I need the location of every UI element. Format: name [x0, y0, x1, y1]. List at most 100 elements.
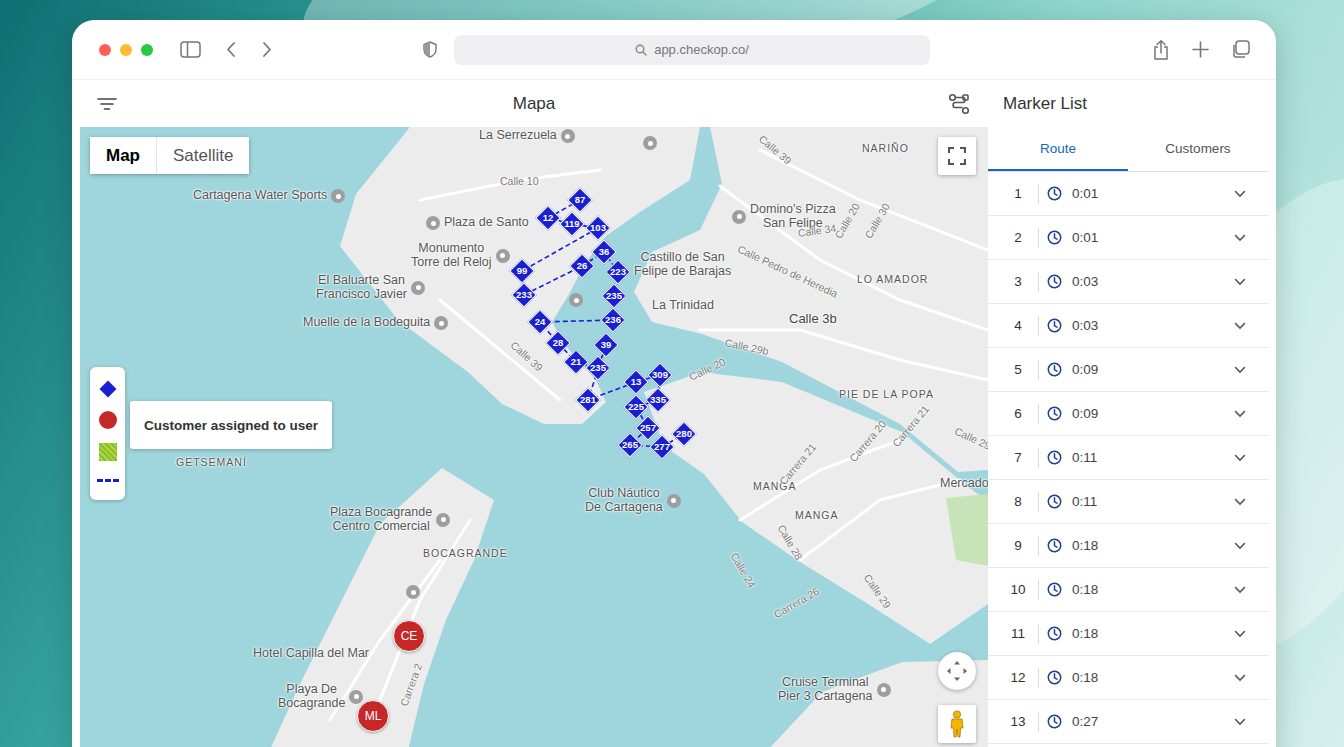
map-label[interactable]: Hotel Capilla del Mar [253, 647, 369, 661]
fullscreen-button[interactable] [938, 137, 976, 175]
map-label[interactable]: Calle 10 [500, 176, 539, 188]
route-marker[interactable]: 281 [575, 387, 601, 413]
chevron-down-icon[interactable] [1234, 410, 1246, 418]
tab-overview-icon[interactable] [1231, 40, 1250, 59]
map-label[interactable]: Plaza BocagrandeCentro Comercial [330, 506, 450, 534]
route-marker[interactable]: 99 [509, 258, 535, 284]
map-label[interactable]: Cartagena Water Sports [193, 189, 345, 203]
map-label[interactable]: El Baluarte SanFrancisco Javier [316, 274, 425, 302]
chevron-down-icon[interactable] [1234, 322, 1246, 330]
place-pin-icon[interactable] [569, 293, 583, 307]
chevron-down-icon[interactable] [1234, 718, 1246, 726]
row-divider [1038, 228, 1039, 248]
sidebar-icon[interactable] [180, 41, 201, 58]
route-row[interactable]: 40:03 [988, 304, 1268, 348]
route-marker[interactable]: 265 [617, 432, 643, 458]
place-pin-icon [349, 690, 363, 704]
map-type-button[interactable]: Satellite [156, 137, 249, 174]
chevron-down-icon[interactable] [1234, 674, 1246, 682]
privacy-shield-icon[interactable] [423, 41, 437, 58]
route-row[interactable]: 60:09 [988, 392, 1268, 436]
map-label[interactable]: La Trinidad [652, 299, 714, 313]
map-label[interactable]: MonumentoTorre del Reloj [411, 242, 510, 270]
route-row[interactable]: 80:11 [988, 480, 1268, 524]
address-bar[interactable]: app.checkop.co/ [454, 35, 930, 65]
back-icon[interactable] [226, 41, 236, 58]
route-marker-legend-icon[interactable] [99, 381, 116, 398]
route-marker[interactable]: 87 [567, 187, 593, 213]
chevron-down-icon[interactable] [1234, 366, 1246, 374]
map-label[interactable]: LO AMADOR [857, 274, 928, 286]
chevron-down-icon[interactable] [1234, 498, 1246, 506]
pan-control[interactable] [938, 652, 976, 690]
route-row[interactable]: 50:09 [988, 348, 1268, 392]
map-label[interactable]: MANGA [795, 510, 839, 522]
route-row[interactable]: 120:18 [988, 656, 1268, 700]
chevron-down-icon[interactable] [1234, 190, 1246, 198]
route-row[interactable]: 100:18 [988, 568, 1268, 612]
route-row[interactable]: 130:27 [988, 700, 1268, 744]
close-button[interactable] [99, 44, 111, 56]
route-icon[interactable] [948, 93, 970, 115]
place-pin-icon[interactable] [406, 585, 420, 599]
customer-marker[interactable]: ML [357, 700, 389, 732]
route-marker[interactable]: 233 [511, 282, 537, 308]
zone-legend-icon[interactable] [99, 443, 117, 461]
route-row[interactable]: 30:03 [988, 260, 1268, 304]
chevron-down-icon[interactable] [1234, 234, 1246, 242]
place-pin-icon [426, 216, 440, 230]
route-marker[interactable]: 103 [585, 215, 611, 241]
map-label[interactable]: Calle 3b [789, 312, 837, 326]
map-label[interactable]: PIE DE LA POPA [839, 389, 934, 401]
map-label[interactable]: La Serrezuela [479, 129, 575, 143]
chevron-down-icon[interactable] [1234, 542, 1246, 550]
chevron-down-icon[interactable] [1234, 454, 1246, 462]
forward-icon[interactable] [262, 41, 272, 58]
minimize-button[interactable] [120, 44, 132, 56]
map-label[interactable]: NARIÑO [862, 143, 909, 155]
route-marker[interactable]: 236 [600, 307, 626, 333]
route-row[interactable]: 90:18 [988, 524, 1268, 568]
filter-icon[interactable] [97, 97, 117, 111]
stop-time: 0:18 [1072, 670, 1098, 685]
customer-legend-icon[interactable] [99, 411, 117, 429]
map-label[interactable]: Cruise TerminalPier 3 Cartagena [778, 676, 891, 704]
route-row[interactable]: 10:01 [988, 172, 1268, 216]
map-label[interactable]: GETSEMANÍ [176, 457, 247, 469]
tab[interactable]: Customers [1128, 127, 1268, 171]
map-label[interactable]: Muelle de la Bodeguita [303, 316, 448, 330]
route-row[interactable]: 70:11 [988, 436, 1268, 480]
map-type-button[interactable]: Map [90, 137, 156, 174]
route-row[interactable]: 20:01 [988, 216, 1268, 260]
share-icon[interactable] [1152, 39, 1170, 61]
map-label[interactable]: Castillo de SanFelipe de Barajas [634, 251, 731, 279]
route-marker[interactable]: 235 [601, 283, 627, 309]
map-label[interactable]: Club NáuticoDe Cartagena [585, 487, 681, 515]
map-label[interactable]: BOCAGRANDE [423, 548, 508, 560]
route-row[interactable]: 110:18 [988, 612, 1268, 656]
clock-icon [1047, 186, 1062, 201]
route-marker[interactable]: 309 [647, 362, 673, 388]
zoom-button[interactable] [141, 44, 153, 56]
map-label[interactable]: Playa DeBocagrande [278, 683, 363, 711]
route-marker[interactable]: 119 [559, 211, 585, 237]
new-tab-icon[interactable] [1192, 41, 1209, 58]
tab[interactable]: Route [988, 127, 1128, 171]
map[interactable]: La Serrezuela Cartagena Water Sports Plaza… [80, 127, 988, 747]
route-marker[interactable]: 223 [605, 259, 631, 285]
clock-icon [1047, 318, 1062, 333]
route-marker[interactable]: 280 [671, 421, 697, 447]
customer-marker[interactable]: CE [393, 620, 425, 652]
chevron-down-icon[interactable] [1234, 630, 1246, 638]
route-line-legend-icon[interactable] [97, 479, 119, 482]
chevron-down-icon[interactable] [1234, 586, 1246, 594]
panel-header: Marker List [988, 80, 1268, 127]
route-marker[interactable]: 39 [593, 332, 619, 358]
map-label[interactable]: Plaza de Santo [426, 216, 529, 230]
route-marker[interactable]: 12 [535, 205, 561, 231]
route-marker[interactable]: 235 [585, 355, 611, 381]
map-label[interactable]: Mercado [940, 477, 988, 491]
place-pin-icon[interactable] [643, 136, 657, 150]
chevron-down-icon[interactable] [1234, 278, 1246, 286]
street-view-button[interactable] [938, 705, 976, 743]
